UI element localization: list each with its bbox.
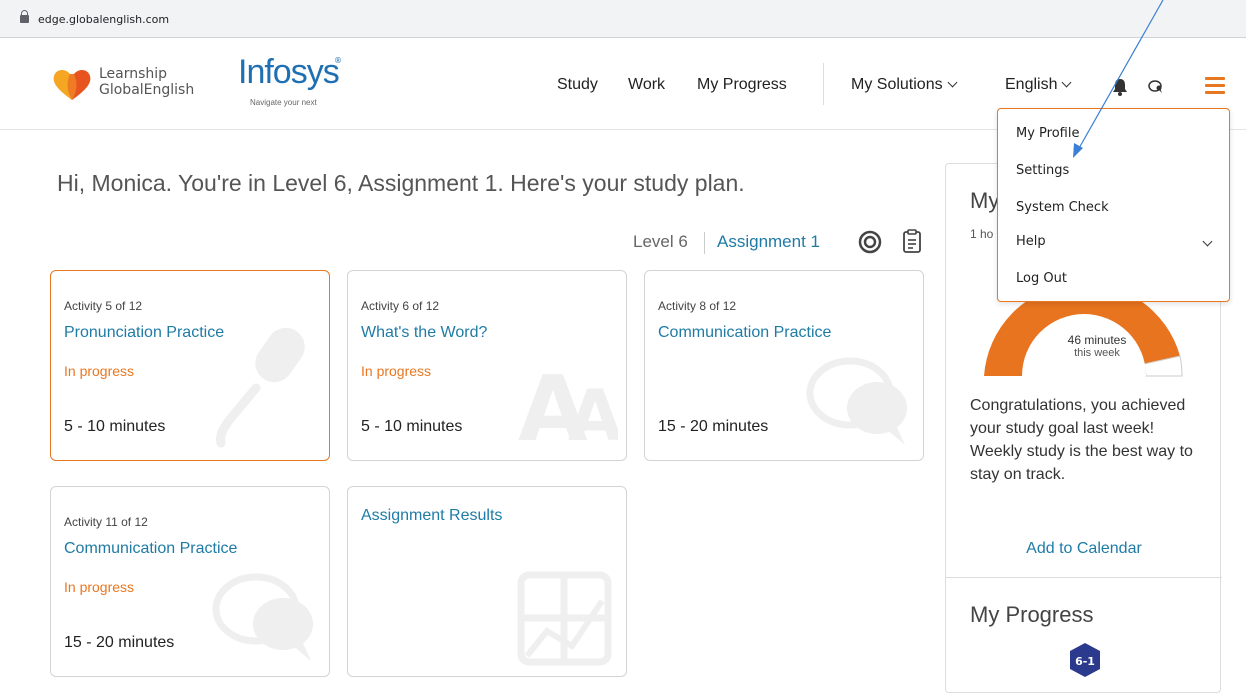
microphone-icon: [216, 327, 305, 448]
duration-text: 5 - 10 minutes: [64, 418, 166, 435]
congrats-message: Congratulations, you achieved your study…: [970, 397, 1193, 483]
lock-icon: [20, 10, 29, 23]
chevron-down-icon: [1062, 77, 1072, 88]
activity-number: Activity 6 of 12: [361, 299, 440, 313]
chevron-down-icon[interactable]: [1202, 236, 1213, 247]
add-to-calendar-link[interactable]: Add to Calendar: [946, 540, 1222, 558]
nav-language[interactable]: English: [1005, 76, 1072, 94]
partner-logo: Infosys: [238, 53, 340, 91]
activity-title[interactable]: What's the Word?: [361, 324, 487, 342]
url-text[interactable]: edge.globalenglish.com: [38, 13, 169, 26]
hamburger-menu-icon[interactable]: [1205, 77, 1225, 95]
partner-tagline: Navigate your next: [250, 98, 317, 107]
font-letters-icon: A A: [518, 357, 618, 448]
menu-item-settings[interactable]: Settings: [1016, 163, 1069, 178]
results-grid-icon: [517, 571, 612, 666]
activity-title[interactable]: Communication Practice: [658, 324, 831, 342]
assignment-link[interactable]: Assignment 1: [717, 232, 820, 252]
panel-heading: My: [970, 188, 1000, 213]
page-greeting: Hi, Monica. You're in Level 6, Assignmen…: [57, 170, 745, 196]
level-badge-text: 6-1: [1075, 655, 1095, 668]
activity-number: Activity 5 of 12: [64, 299, 143, 313]
menu-item-my-profile[interactable]: My Profile: [1016, 126, 1079, 141]
level-label: Level 6: [633, 232, 688, 251]
activity-card-whats-the-word[interactable]: A A Activity 6 of 12 What's the Word? In…: [347, 270, 627, 461]
duration-text: 15 - 20 minutes: [658, 418, 769, 435]
activity-title[interactable]: Pronunciation Practice: [64, 324, 224, 342]
speech-bubbles-icon: [806, 357, 907, 445]
assignment-results-card[interactable]: Assignment Results: [347, 486, 627, 677]
learnship-heart-logo-icon[interactable]: [52, 68, 92, 102]
menu-item-system-check[interactable]: System Check: [1016, 200, 1109, 215]
activity-card-communication-2[interactable]: Activity 11 of 12 Communication Practice…: [50, 486, 330, 677]
level-divider: [704, 232, 705, 254]
assignment-results-title[interactable]: Assignment Results: [361, 507, 502, 525]
chat-bubble-icon[interactable]: [1147, 79, 1165, 95]
nav-study[interactable]: Study: [557, 76, 598, 94]
status-text: In progress: [64, 579, 135, 595]
level-badge-icon[interactable]: 6-1: [1069, 642, 1101, 678]
activity-title[interactable]: Communication Practice: [64, 540, 237, 558]
browser-url-bar[interactable]: edge.globalenglish.com: [0, 0, 1246, 38]
chevron-down-icon: [947, 77, 958, 88]
svg-text:A: A: [568, 375, 618, 448]
hours-goal-text: 1 ho: [970, 227, 994, 241]
nav-my-progress[interactable]: My Progress: [697, 76, 787, 94]
clipboard-icon[interactable]: [902, 229, 922, 253]
registered-mark: ®: [334, 56, 342, 65]
nav-work[interactable]: Work: [628, 76, 665, 94]
panel-divider: [946, 577, 1222, 578]
duration-text: 5 - 10 minutes: [361, 418, 463, 435]
my-progress-heading: My Progress: [970, 602, 1094, 627]
bell-icon[interactable]: [1112, 78, 1128, 96]
brand-name[interactable]: Learnship GlobalEnglish: [99, 66, 194, 98]
duration-text: 15 - 20 minutes: [64, 634, 175, 651]
activity-number: Activity 11 of 12: [64, 515, 148, 529]
status-text: In progress: [64, 363, 135, 379]
activity-number: Activity 8 of 12: [658, 299, 737, 313]
gauge-period: this week: [1074, 347, 1120, 359]
activity-card-communication[interactable]: Activity 8 of 12 Communication Practice …: [644, 270, 924, 461]
gauge-minutes: 46 minutes: [1067, 333, 1127, 347]
target-goal-icon[interactable]: [858, 230, 882, 254]
nav-divider: [823, 63, 824, 105]
user-menu-dropdown: My Profile Settings System Check Help Lo…: [997, 108, 1230, 302]
activity-card-pronunciation[interactable]: Activity 5 of 12 Pronunciation Practice …: [50, 270, 330, 461]
status-text: In progress: [361, 363, 432, 379]
speech-bubbles-icon: [212, 573, 313, 661]
nav-my-solutions[interactable]: My Solutions: [851, 76, 958, 94]
menu-item-log-out[interactable]: Log Out: [1016, 271, 1067, 286]
menu-item-help[interactable]: Help: [1016, 234, 1046, 249]
